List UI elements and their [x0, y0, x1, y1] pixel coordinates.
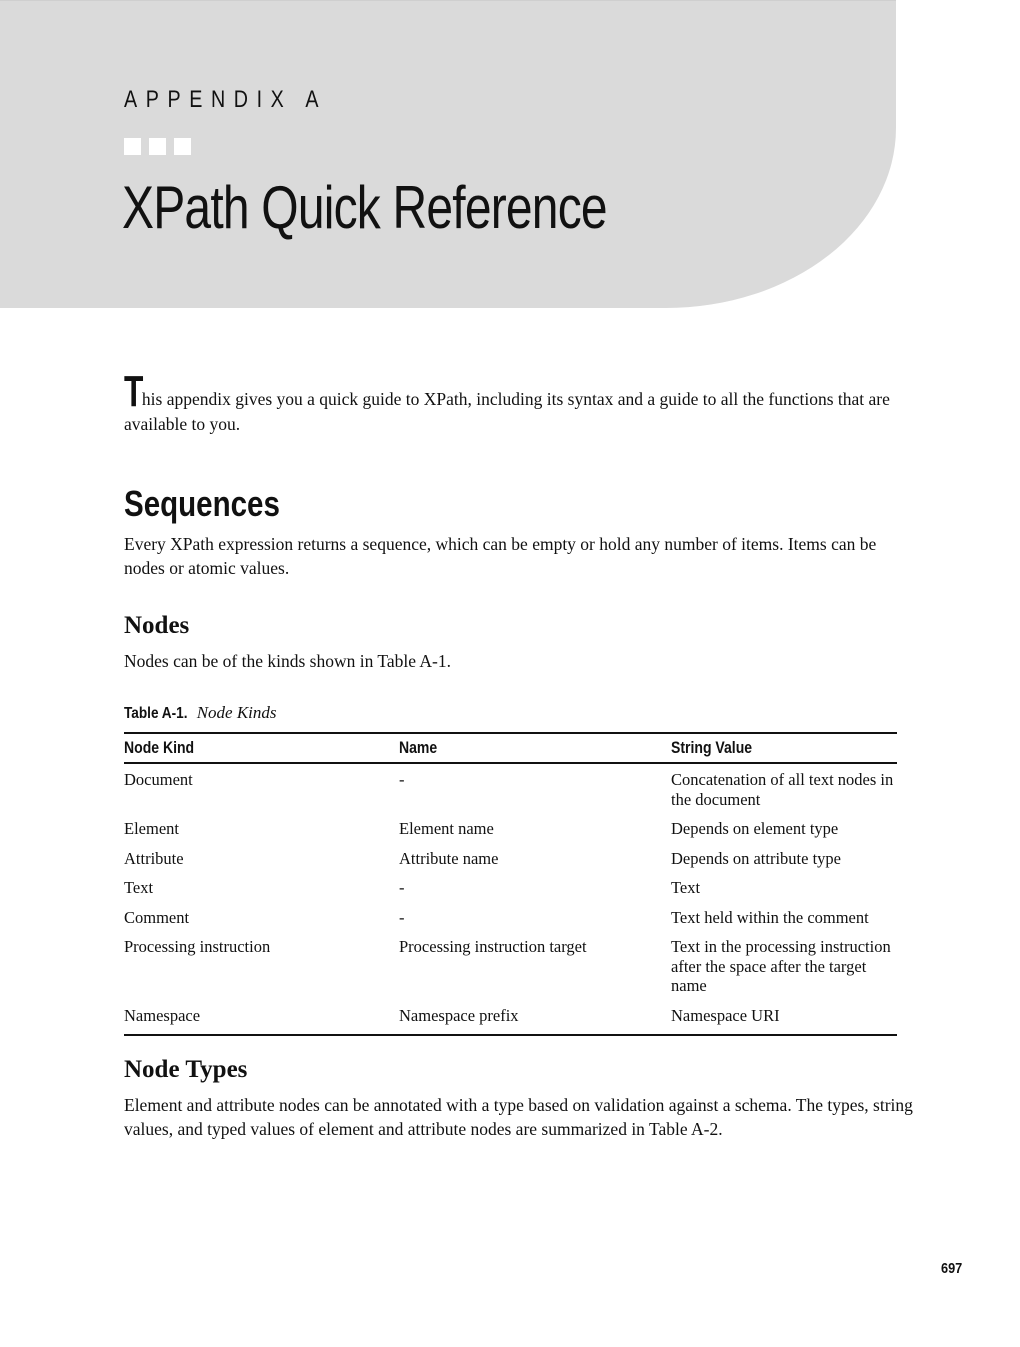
intro-paragraph: This appendix gives you a quick guide to… — [124, 367, 904, 437]
nodes-paragraph: Nodes can be of the kinds shown in Table… — [124, 651, 452, 671]
table-row: Document - Concatenation of all text nod… — [124, 763, 897, 812]
table-caption-label: Table A-1. — [124, 705, 188, 722]
cell-node-kind: Text — [124, 878, 154, 897]
table-row: Element Element name Depends on element … — [124, 812, 897, 842]
cell-name: Namespace prefix — [399, 1005, 519, 1025]
section-heading-sequences: Sequences — [124, 483, 280, 524]
cell-name: - — [399, 907, 405, 927]
appendix-label: APPENDIX A — [124, 86, 328, 113]
cell-string-value: Text in the processing instruction after… — [671, 937, 891, 995]
column-header-node-kind: Node Kind — [124, 733, 399, 764]
cell-node-kind: Namespace — [124, 1005, 201, 1025]
cell-name: Processing instruction target — [399, 937, 587, 956]
table-row: Namespace Namespace prefix Namespace URI — [124, 999, 897, 1036]
table-header-row: Node Kind Name String Value — [124, 733, 897, 764]
table-caption-title: Node Kinds — [196, 703, 277, 722]
table-caption: Table A-1. Node Kinds — [124, 703, 277, 723]
node-kinds-table: Node Kind Name String Value Document - C… — [124, 732, 897, 1036]
cell-node-kind: Processing instruction — [124, 937, 271, 956]
cell-string-value: Text held within the comment — [671, 907, 869, 927]
square-bullet — [149, 138, 166, 155]
cell-name: - — [399, 878, 405, 897]
table-row: Text - Text — [124, 871, 897, 901]
square-bullet — [124, 138, 141, 155]
square-bullets-icon — [124, 138, 191, 155]
cell-node-kind: Element — [124, 819, 179, 838]
cell-node-kind: Document — [124, 770, 193, 789]
cell-string-value: Depends on element type — [671, 819, 839, 838]
column-header-name: Name — [399, 733, 671, 764]
intro-text: his appendix gives you a quick guide to … — [124, 389, 890, 434]
square-bullet — [174, 138, 191, 155]
section-heading-node-types: Node Types — [124, 1056, 248, 1083]
cell-string-value: Depends on attribute type — [671, 848, 841, 868]
cell-node-kind: Comment — [124, 907, 190, 927]
cell-string-value: Text — [671, 878, 701, 897]
chapter-header-block: APPENDIX A XPath Quick Reference — [0, 0, 896, 308]
page-number: 697 — [941, 1260, 963, 1277]
node-types-paragraph: Element and attribute nodes can be annot… — [124, 1095, 913, 1139]
cell-string-value: Concatenation of all text nodes in the d… — [671, 770, 894, 809]
cell-name: Attribute name — [399, 848, 499, 868]
table-row: Attribute Attribute name Depends on attr… — [124, 842, 897, 872]
sequences-paragraph: Every XPath expression returns a sequenc… — [124, 534, 877, 578]
table-row: Comment - Text held within the comment — [124, 901, 897, 931]
section-heading-nodes: Nodes — [124, 612, 190, 639]
cell-name: Element name — [399, 819, 494, 838]
chapter-title: XPath Quick Reference — [122, 174, 608, 241]
cell-node-kind: Attribute — [124, 848, 184, 868]
cell-name: - — [399, 770, 405, 789]
drop-cap: T — [124, 367, 144, 416]
cell-string-value: Namespace URI — [671, 1005, 780, 1025]
column-header-string-value: String Value — [671, 733, 897, 764]
table-row: Processing instruction Processing instru… — [124, 930, 897, 999]
